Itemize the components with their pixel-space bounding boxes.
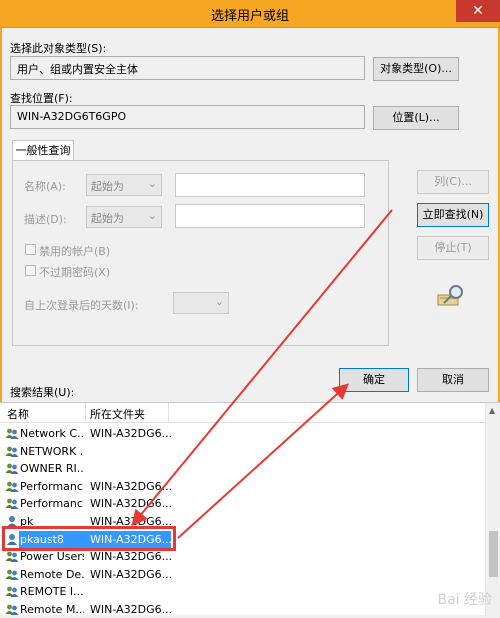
- annotation-arrows: [131, 209, 393, 539]
- arrow-to-selection: [131, 209, 393, 527]
- arrow-to-ok-button: [177, 383, 349, 539]
- watermark: Bai 经验: [437, 592, 492, 608]
